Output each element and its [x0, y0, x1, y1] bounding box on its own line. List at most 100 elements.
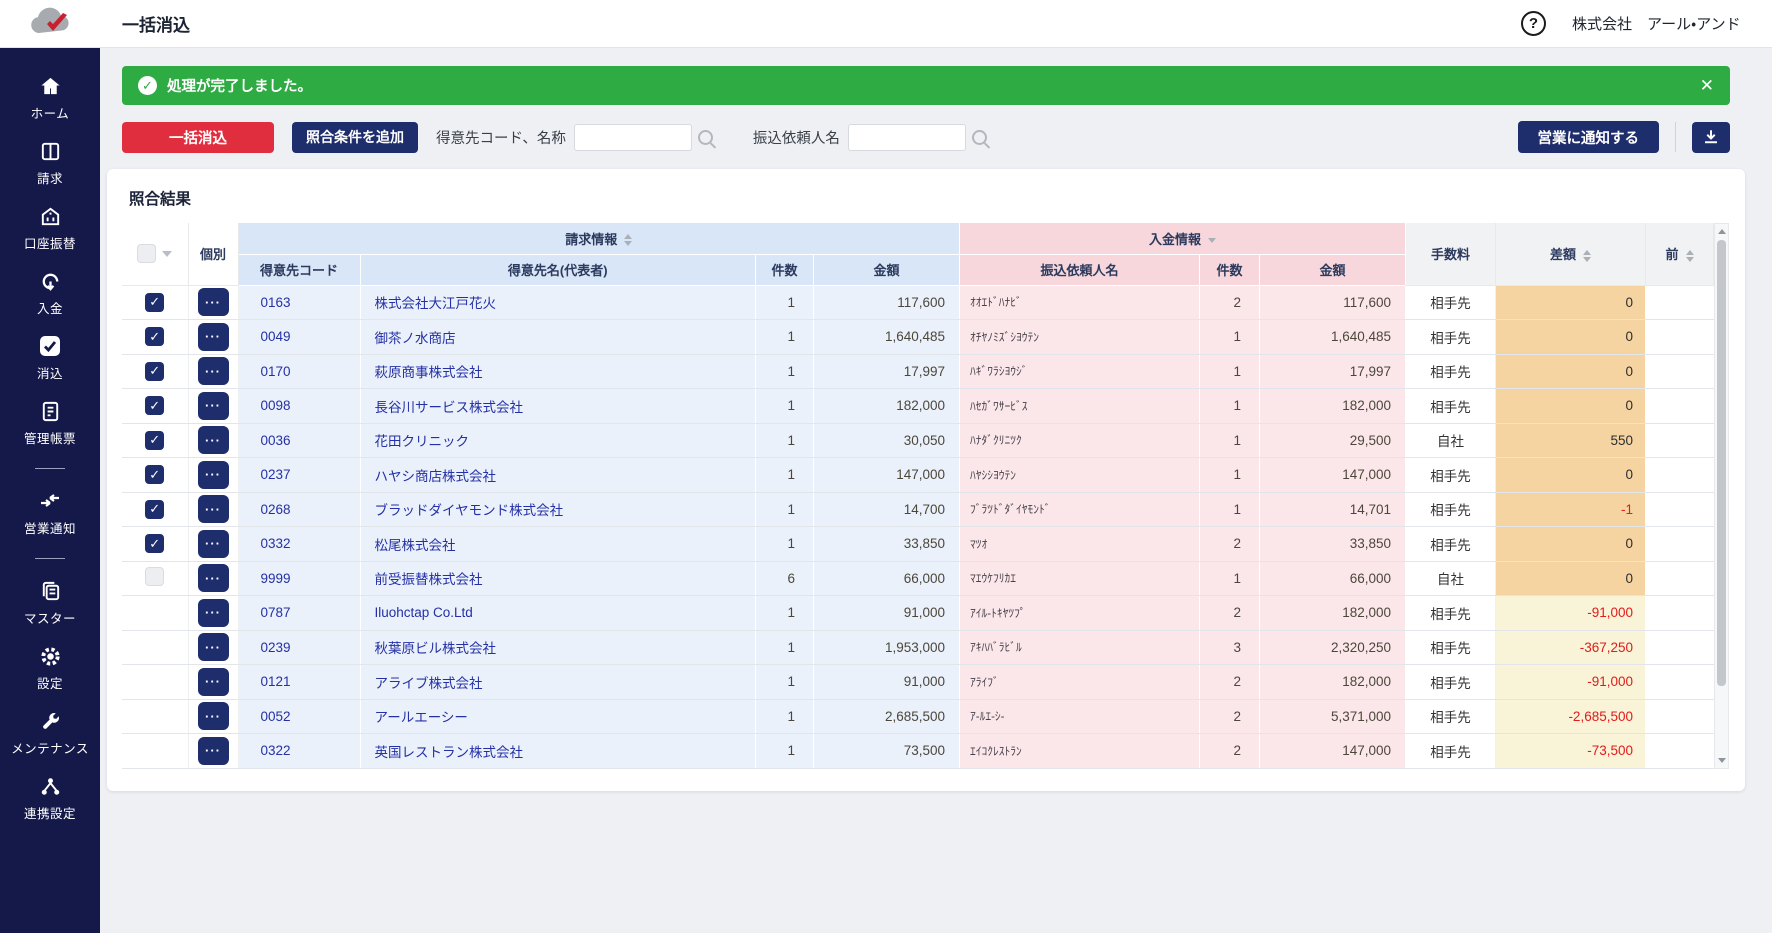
scrollbar-up-arrow-icon[interactable] — [1715, 224, 1728, 238]
customer-code-cell: 0036 — [238, 423, 360, 458]
more-options-button[interactable]: ··· — [198, 564, 229, 592]
table-row: ···0239秋葉原ビル株式会社11,953,000ｱｷﾊﾊﾞﾗﾋﾞﾙ32,32… — [122, 630, 1714, 665]
customer-name-link[interactable]: 松尾株式会社 — [375, 538, 456, 553]
customer-name-link[interactable]: 萩原商事株式会社 — [375, 365, 483, 380]
customer-code-link[interactable]: 0237 — [261, 467, 291, 482]
row-individual-cell: ··· — [188, 734, 238, 769]
customer-code-link[interactable]: 0332 — [261, 536, 291, 551]
app-logo[interactable] — [0, 0, 100, 48]
sidebar-item-消込[interactable]: 消込 — [0, 334, 100, 382]
customer-code-link[interactable]: 0121 — [261, 674, 291, 689]
more-options-button[interactable]: ··· — [198, 530, 229, 558]
customer-code-link[interactable]: 0049 — [261, 329, 291, 344]
row-checkbox[interactable]: ✓ — [145, 431, 164, 450]
customer-name-link[interactable]: ハヤシ商店株式会社 — [375, 469, 497, 484]
deposit-count-cell: 1 — [1200, 354, 1260, 389]
row-checkbox[interactable]: ✓ — [145, 327, 164, 346]
customer-name-link[interactable]: 花田クリニック — [375, 434, 470, 449]
payer-search-input[interactable] — [848, 124, 966, 151]
deposit-amount-cell: 33,850 — [1260, 527, 1406, 562]
customer-name-link[interactable]: アライブ株式会社 — [375, 676, 483, 691]
select-all-checkbox[interactable] — [137, 244, 156, 263]
customer-name-link[interactable]: ブラッドダイヤモンド株式会社 — [375, 503, 564, 518]
more-options-button[interactable]: ··· — [198, 288, 229, 316]
column-group-deposit[interactable]: 入金情報 — [960, 223, 1406, 254]
more-options-button[interactable]: ··· — [198, 323, 229, 351]
row-checkbox[interactable]: ✓ — [145, 396, 164, 415]
column-group-billing[interactable]: 請求情報 — [238, 223, 960, 254]
deposit-amount-cell: 182,000 — [1260, 389, 1406, 424]
customer-code-link[interactable]: 0322 — [261, 743, 291, 758]
billing-amount-cell: 73,500 — [814, 734, 960, 769]
customer-code-link[interactable]: 9999 — [261, 571, 291, 586]
scrollbar-down-arrow-icon[interactable] — [1715, 754, 1728, 768]
sidebar-item-マスター[interactable]: マスター — [0, 579, 100, 627]
scrollbar-thumb[interactable] — [1717, 240, 1726, 686]
customer-name-link[interactable]: 前受振替株式会社 — [375, 572, 483, 587]
customer-code-link[interactable]: 0098 — [261, 398, 291, 413]
customer-name-link[interactable]: 秋葉原ビル株式会社 — [375, 641, 497, 656]
vertical-scrollbar[interactable] — [1714, 223, 1729, 769]
more-options-button[interactable]: ··· — [198, 633, 229, 661]
sidebar-item-連携設定[interactable]: 連携設定 — [0, 774, 100, 822]
help-icon[interactable]: ? — [1521, 11, 1546, 36]
billing-count-cell: 1 — [756, 423, 814, 458]
more-options-button[interactable]: ··· — [198, 702, 229, 730]
sidebar-item-管理帳票[interactable]: 管理帳票 — [0, 399, 100, 447]
more-options-button[interactable]: ··· — [198, 599, 229, 627]
row-individual-cell: ··· — [188, 630, 238, 665]
sidebar-item-メンテナンス[interactable]: メンテナンス — [0, 709, 100, 757]
billing-count-cell: 1 — [756, 665, 814, 700]
customer-search-input[interactable] — [574, 124, 692, 151]
row-checkbox[interactable]: ✓ — [145, 465, 164, 484]
select-menu-caret-icon[interactable] — [162, 251, 172, 257]
close-icon[interactable]: ✕ — [1700, 77, 1714, 94]
customer-code-link[interactable]: 0268 — [261, 502, 291, 517]
column-difference[interactable]: 差額 — [1496, 223, 1646, 285]
row-checkbox[interactable]: ✓ — [145, 362, 164, 381]
customer-code-link[interactable]: 0163 — [261, 295, 291, 310]
sidebar-item-設定[interactable]: 設定 — [0, 644, 100, 692]
billing-amount-cell: 14,700 — [814, 492, 960, 527]
row-individual-cell: ··· — [188, 285, 238, 320]
more-options-button[interactable]: ··· — [198, 392, 229, 420]
customer-name-link[interactable]: Iluohctap Co.Ltd — [375, 605, 473, 620]
sidebar-item-入金[interactable]: 入金 — [0, 269, 100, 317]
sidebar-item-請求[interactable]: 請求 — [0, 139, 100, 187]
search-icon[interactable] — [972, 130, 987, 145]
row-select-cell — [122, 596, 188, 631]
more-options-button[interactable]: ··· — [198, 737, 229, 765]
row-checkbox[interactable]: ✓ — [145, 293, 164, 312]
payer-name-cell: ｵｵｴﾄﾞﾊﾅﾋﾞ — [960, 285, 1200, 320]
sidebar-item-営業通知[interactable]: 営業通知 — [0, 489, 100, 537]
customer-code-link[interactable]: 0052 — [261, 709, 291, 724]
customer-code-link[interactable]: 0787 — [261, 605, 291, 620]
customer-name-link[interactable]: 御茶ノ水商店 — [375, 331, 456, 346]
more-options-button[interactable]: ··· — [198, 357, 229, 385]
sidebar-item-口座振替[interactable]: 口座振替 — [0, 204, 100, 252]
customer-name-link[interactable]: 英国レストラン株式会社 — [375, 745, 524, 760]
row-checkbox[interactable] — [145, 567, 164, 586]
add-condition-button[interactable]: 照合条件を追加 — [292, 122, 418, 153]
column-prev[interactable]: 前 — [1646, 223, 1714, 285]
customer-code-link[interactable]: 0239 — [261, 640, 291, 655]
bulk-clear-button[interactable]: 一括消込 — [122, 122, 274, 153]
customer-code-link[interactable]: 0036 — [261, 433, 291, 448]
notify-sales-button[interactable]: 営業に通知する — [1518, 121, 1660, 153]
customer-name-link[interactable]: アールエーシー — [375, 710, 468, 725]
clearing-check-icon — [38, 334, 62, 358]
customer-name-link[interactable]: 株式会社大江戸花火 — [375, 296, 497, 311]
download-button[interactable] — [1692, 122, 1730, 153]
select-all-header — [122, 223, 188, 285]
difference-cell: 0 — [1496, 354, 1646, 389]
more-options-button[interactable]: ··· — [198, 495, 229, 523]
row-checkbox[interactable]: ✓ — [145, 534, 164, 553]
more-options-button[interactable]: ··· — [198, 461, 229, 489]
sidebar-item-ホーム[interactable]: ホーム — [0, 74, 100, 122]
more-options-button[interactable]: ··· — [198, 426, 229, 454]
more-options-button[interactable]: ··· — [198, 668, 229, 696]
customer-name-link[interactable]: 長谷川サービス株式会社 — [375, 400, 524, 415]
row-checkbox[interactable]: ✓ — [145, 500, 164, 519]
customer-code-link[interactable]: 0170 — [261, 364, 291, 379]
search-icon[interactable] — [698, 130, 713, 145]
